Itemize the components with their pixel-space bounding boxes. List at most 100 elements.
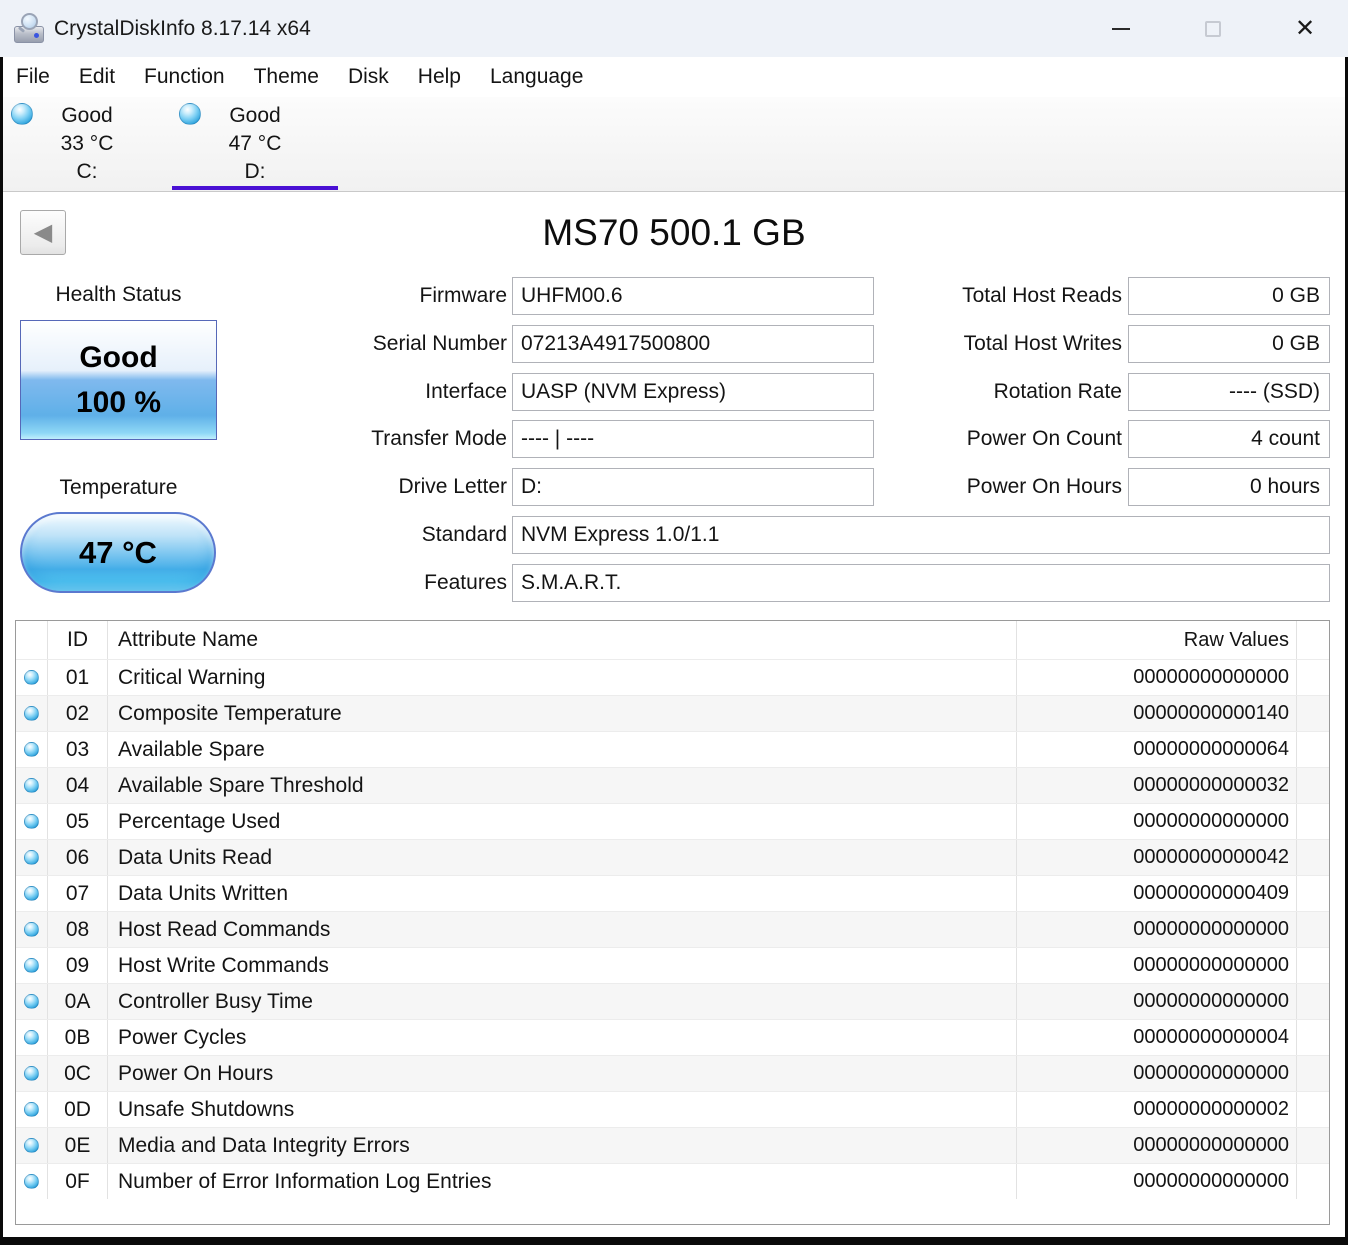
- menu-item-theme[interactable]: Theme: [254, 65, 319, 89]
- table-row[interactable]: 0FNumber of Error Information Log Entrie…: [16, 1163, 1329, 1199]
- drive-tab-d[interactable]: Good 47 °C D:: [171, 97, 339, 191]
- table-row[interactable]: 0CPower On Hours00000000000000: [16, 1055, 1329, 1091]
- attribute-name: Available Spare Threshold: [108, 768, 1017, 803]
- attribute-status-orb-icon: [24, 1138, 39, 1153]
- field-features-label: Features: [200, 564, 507, 602]
- table-row[interactable]: 07Data Units Written00000000000409: [16, 875, 1329, 911]
- health-status-indicator: Good 100 %: [20, 320, 217, 440]
- attribute-status-orb-icon: [24, 1066, 39, 1081]
- field-serial-number-label: Serial Number: [200, 325, 507, 363]
- drive-temperature: 47 °C: [171, 130, 339, 158]
- attribute-name: Available Spare: [108, 732, 1017, 767]
- table-header: ID Attribute Name Raw Values: [16, 621, 1329, 659]
- field-drive-letter-label: Drive Letter: [200, 468, 507, 506]
- attribute-name: Percentage Used: [108, 804, 1017, 839]
- attribute-raw-value: 00000000000000: [1017, 1128, 1297, 1163]
- menu-item-language[interactable]: Language: [490, 65, 583, 89]
- table-row[interactable]: 0DUnsafe Shutdowns00000000000002: [16, 1091, 1329, 1127]
- attribute-status-orb-icon: [24, 886, 39, 901]
- attribute-name: Data Units Read: [108, 840, 1017, 875]
- health-status-percent: 100 %: [76, 387, 161, 419]
- menu-item-edit[interactable]: Edit: [79, 65, 115, 89]
- field-transfer-mode-value[interactable]: ---- | ----: [512, 420, 874, 458]
- attribute-status-orb-icon: [24, 706, 39, 721]
- attribute-raw-value: 00000000000409: [1017, 876, 1297, 911]
- field-rotation-rate-value[interactable]: ---- (SSD): [1128, 373, 1330, 411]
- attribute-status-orb-icon: [24, 922, 39, 937]
- attribute-status-orb-icon: [24, 1174, 39, 1189]
- attribute-name: Unsafe Shutdowns: [108, 1092, 1017, 1127]
- field-interface-label: Interface: [200, 373, 507, 411]
- table-row[interactable]: 0EMedia and Data Integrity Errors0000000…: [16, 1127, 1329, 1163]
- table-row[interactable]: 06Data Units Read00000000000042: [16, 839, 1329, 875]
- health-status-label: Health Status: [20, 283, 217, 307]
- field-total-host-writes-value[interactable]: 0 GB: [1128, 325, 1330, 363]
- menu-item-function[interactable]: Function: [144, 65, 225, 89]
- field-transfer-mode-label: Transfer Mode: [200, 420, 507, 458]
- field-power-on-count-value[interactable]: 4 count: [1128, 420, 1330, 458]
- attribute-id: 08: [48, 912, 108, 947]
- drive-temperature: 33 °C: [3, 130, 171, 158]
- temperature-label: Temperature: [20, 476, 217, 500]
- attribute-raw-value: 00000000000000: [1017, 804, 1297, 839]
- menu-item-help[interactable]: Help: [418, 65, 461, 89]
- attribute-status-orb-icon: [24, 814, 39, 829]
- attribute-name: Host Write Commands: [108, 948, 1017, 983]
- temperature-indicator: 47 °C: [20, 512, 216, 593]
- attribute-id: 02: [48, 696, 108, 731]
- minimize-button[interactable]: [1106, 14, 1136, 44]
- attribute-status-orb-icon: [24, 742, 39, 757]
- field-total-host-reads-value[interactable]: 0 GB: [1128, 277, 1330, 315]
- field-interface-value[interactable]: UASP (NVM Express): [512, 373, 874, 411]
- field-firmware-label: Firmware: [200, 277, 507, 315]
- field-features-value[interactable]: S.M.A.R.T.: [512, 564, 1330, 602]
- table-row[interactable]: 01Critical Warning00000000000000: [16, 659, 1329, 695]
- attribute-id: 06: [48, 840, 108, 875]
- table-row[interactable]: 04Available Spare Threshold0000000000003…: [16, 767, 1329, 803]
- field-power-on-hours-label: Power On Hours: [870, 468, 1122, 506]
- attribute-name: Number of Error Information Log Entries: [108, 1164, 1017, 1199]
- attribute-id: 0E: [48, 1128, 108, 1163]
- table-row[interactable]: 05Percentage Used00000000000000: [16, 803, 1329, 839]
- drive-status-orb-icon: [179, 103, 201, 125]
- table-row[interactable]: 02Composite Temperature00000000000140: [16, 695, 1329, 731]
- table-row[interactable]: 03Available Spare00000000000064: [16, 731, 1329, 767]
- attribute-raw-value: 00000000000000: [1017, 1164, 1297, 1199]
- table-row[interactable]: 0BPower Cycles00000000000004: [16, 1019, 1329, 1055]
- smart-attribute-table: ID Attribute Name Raw Values 01Critical …: [15, 620, 1330, 1225]
- menu-item-disk[interactable]: Disk: [348, 65, 389, 89]
- field-rotation-rate-label: Rotation Rate: [870, 373, 1122, 411]
- attribute-id: 03: [48, 732, 108, 767]
- table-row[interactable]: 09Host Write Commands00000000000000: [16, 947, 1329, 983]
- menu-item-file[interactable]: File: [16, 65, 50, 89]
- menu-bar: File Edit Function Theme Disk Help Language: [3, 57, 1345, 97]
- table-body: 01Critical Warning0000000000000002Compos…: [16, 659, 1329, 1199]
- field-total-host-reads-label: Total Host Reads: [870, 277, 1122, 315]
- attribute-name: Data Units Written: [108, 876, 1017, 911]
- attribute-id: 0F: [48, 1164, 108, 1199]
- close-button[interactable]: ✕: [1290, 14, 1320, 44]
- table-row[interactable]: 08Host Read Commands00000000000000: [16, 911, 1329, 947]
- attribute-id: 05: [48, 804, 108, 839]
- temperature-value: 47 °C: [79, 535, 157, 571]
- field-serial-number-value[interactable]: 07213A4917500800: [512, 325, 874, 363]
- table-row[interactable]: 0AController Busy Time00000000000000: [16, 983, 1329, 1019]
- attribute-status-orb-icon: [24, 994, 39, 1009]
- maximize-button[interactable]: [1198, 14, 1228, 44]
- attribute-status-orb-icon: [24, 670, 39, 685]
- field-standard-value[interactable]: NVM Express 1.0/1.1: [512, 516, 1330, 554]
- field-firmware-value[interactable]: UHFM00.6: [512, 277, 874, 315]
- attribute-id: 0C: [48, 1056, 108, 1091]
- attribute-id: 01: [48, 660, 108, 695]
- attribute-raw-value: 00000000000032: [1017, 768, 1297, 803]
- attribute-raw-value: 00000000000004: [1017, 1020, 1297, 1055]
- attribute-raw-value: 00000000000000: [1017, 1056, 1297, 1091]
- column-header-attribute-name: Attribute Name: [108, 621, 1017, 659]
- field-power-on-count-label: Power On Count: [870, 420, 1122, 458]
- drive-status-orb-icon: [11, 103, 33, 125]
- field-standard-label: Standard: [200, 516, 507, 554]
- drive-tab-c[interactable]: Good 33 °C C:: [3, 97, 171, 191]
- attribute-name: Power Cycles: [108, 1020, 1017, 1055]
- field-drive-letter-value[interactable]: D:: [512, 468, 874, 506]
- field-power-on-hours-value[interactable]: 0 hours: [1128, 468, 1330, 506]
